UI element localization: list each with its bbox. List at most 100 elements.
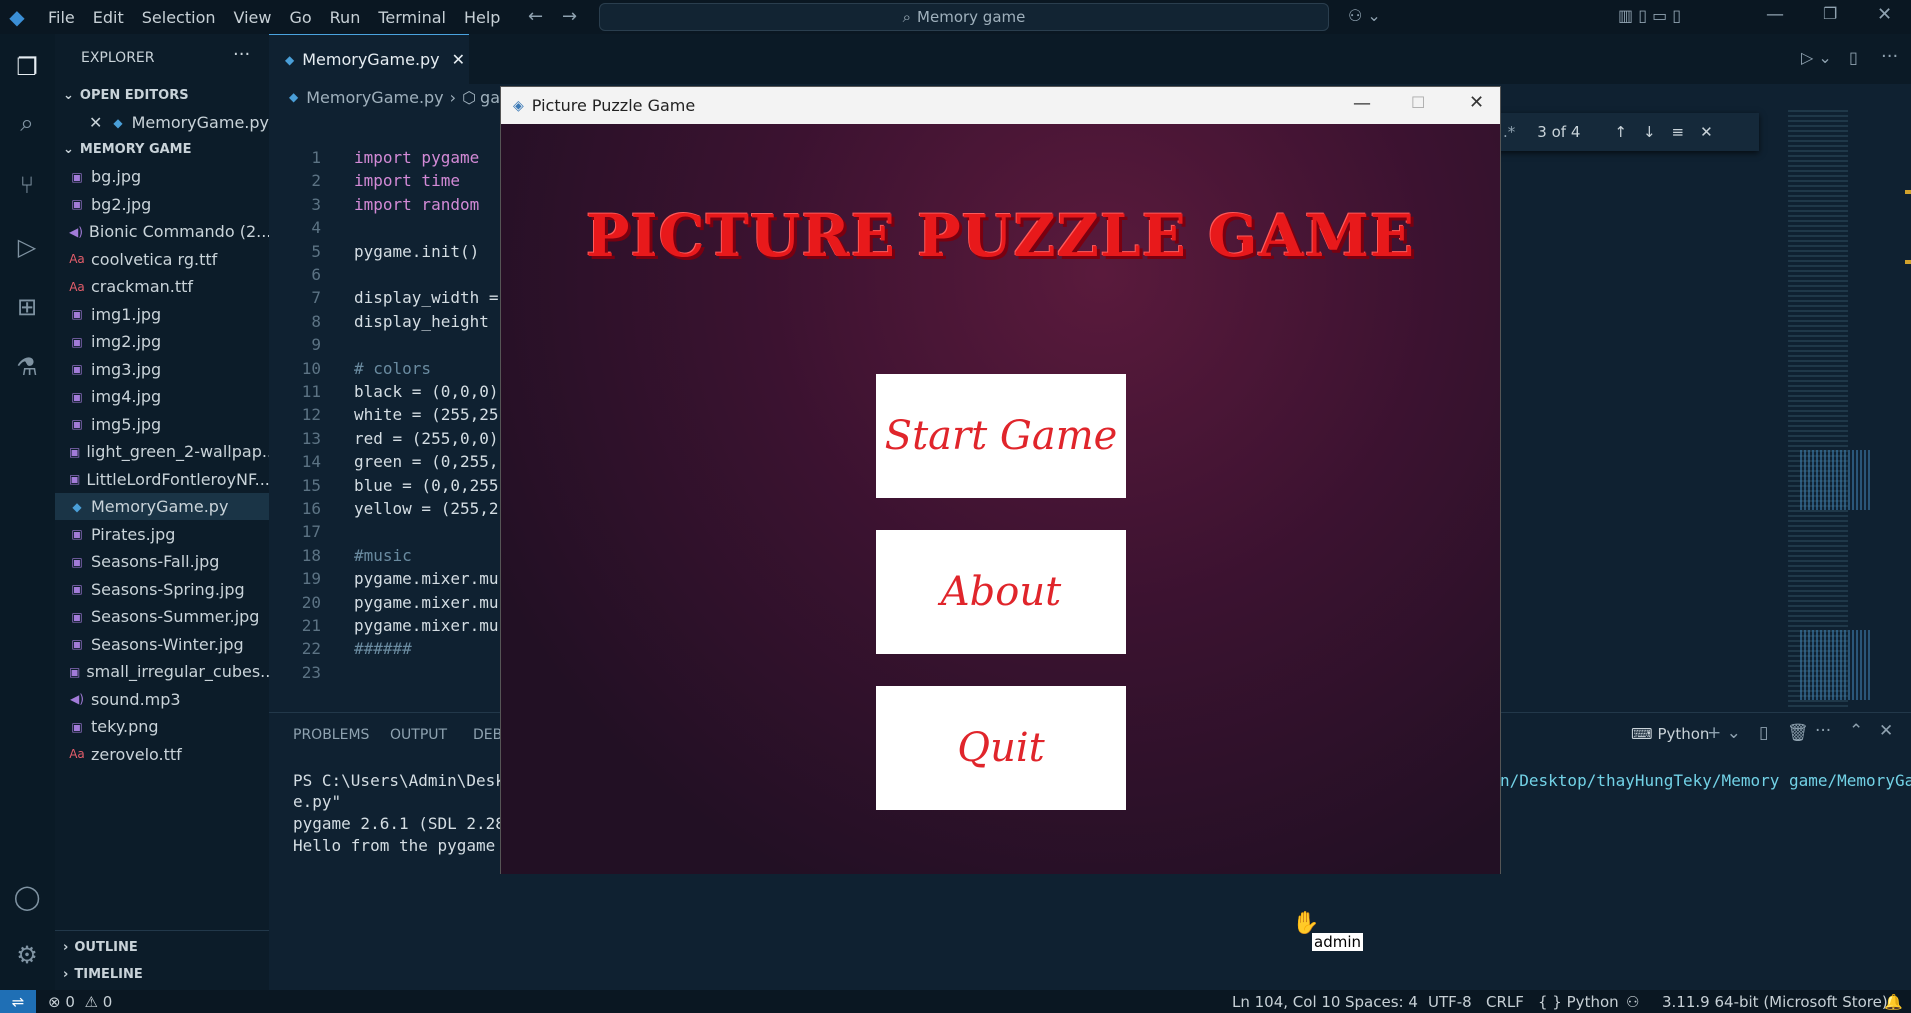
file-item[interactable]: ▣ small_irregular_cubes...	[55, 658, 269, 685]
trash-icon[interactable]: 🗑	[1787, 723, 1809, 743]
close-icon[interactable]: ✕	[89, 113, 102, 132]
breadcrumb-file[interactable]: MemoryGame.py	[306, 88, 443, 107]
file-item[interactable]: ▣ LittleLordFontleroyNF...	[55, 466, 269, 493]
close-icon[interactable]: ✕	[1469, 92, 1484, 113]
close-panel-icon[interactable]: ✕	[1879, 721, 1893, 741]
outline-section[interactable]: › OUTLINE	[55, 934, 269, 961]
breadcrumb-symbol[interactable]: ga	[480, 88, 500, 107]
file-item[interactable]: ◆ MemoryGame.py	[55, 493, 269, 520]
minimize-window-icon[interactable]: —	[1766, 4, 1784, 25]
file-item[interactable]: ◀) Bionic Commando (2...	[55, 218, 269, 245]
remote-icon[interactable]: ⇌	[0, 990, 36, 1013]
code-line: 14 green = (0,255,	[269, 452, 499, 476]
layout-icons[interactable]: ▥ ▯ ▭ ▯	[1618, 6, 1681, 25]
forward-arrow-icon[interactable]: →	[562, 6, 577, 27]
file-item[interactable]: ▣ bg.jpg	[55, 163, 269, 190]
testing-icon[interactable]: ⚗	[10, 350, 44, 384]
file-item[interactable]: ▣ Seasons-Fall.jpg	[55, 548, 269, 575]
extensions-icon[interactable]: ⊞	[10, 290, 44, 324]
line-endings[interactable]: CRLF	[1486, 990, 1524, 1013]
file-item[interactable]: Aa coolvetica rg.ttf	[55, 246, 269, 273]
editor-more-icon[interactable]: ···	[1881, 46, 1898, 67]
terminal-selector[interactable]: ⌨ Python	[1631, 725, 1709, 743]
menu-view[interactable]: View	[225, 8, 281, 27]
file-item[interactable]: ▣ img3.jpg	[55, 356, 269, 383]
new-terminal-icon[interactable]: + ⌄	[1707, 723, 1741, 743]
close-window-icon[interactable]: ✕	[1877, 4, 1892, 25]
menu-go[interactable]: Go	[280, 8, 320, 27]
menu-file[interactable]: File	[39, 8, 84, 27]
more-actions-icon[interactable]: ···	[233, 44, 250, 65]
audio-file-icon: ◀)	[69, 224, 83, 239]
run-file-icon[interactable]: ▷ ⌄	[1801, 48, 1832, 67]
find-in-selection-icon[interactable]: ≡	[1672, 123, 1685, 141]
bell-icon[interactable]: 🔔	[1884, 990, 1903, 1013]
menu-terminal[interactable]: Terminal	[369, 8, 455, 27]
back-arrow-icon[interactable]: ←	[528, 6, 543, 27]
file-label: Seasons-Winter.jpg	[91, 634, 244, 654]
search-icon[interactable]: ⌕	[10, 106, 44, 140]
editor-tabs: ◆ MemoryGame.py ✕ ▷ ⌄ ▯ ···	[269, 34, 1911, 84]
file-item[interactable]: ◀) sound.mp3	[55, 686, 269, 713]
file-item[interactable]: ▣ Seasons-Summer.jpg	[55, 603, 269, 630]
file-item[interactable]: Aa zerovelo.ttf	[55, 741, 269, 768]
tab-problems[interactable]: PROBLEMS	[293, 727, 369, 743]
settings-gear-icon[interactable]: ⚙	[10, 938, 44, 972]
maximize-panel-icon[interactable]: ⌃	[1849, 721, 1863, 741]
command-center-search[interactable]: ⌕ Memory game	[599, 3, 1329, 31]
indentation[interactable]: Spaces: 4	[1345, 990, 1418, 1013]
about-button[interactable]: About	[876, 530, 1126, 654]
source-control-icon[interactable]: ⑂	[10, 168, 44, 202]
file-item[interactable]: ▣ img4.jpg	[55, 383, 269, 410]
split-terminal-icon[interactable]: ▯	[1759, 723, 1768, 743]
file-item[interactable]: ▣ teky.png	[55, 713, 269, 740]
explorer-icon[interactable]: ❐	[10, 50, 44, 84]
copilot-status-icon[interactable]: ⚇	[1626, 990, 1639, 1013]
arrow-down-icon[interactable]: ↓	[1643, 123, 1656, 141]
image-file-icon: ▣	[71, 169, 83, 184]
minimize-icon[interactable]: —	[1353, 93, 1371, 114]
file-item[interactable]: Aa crackman.ttf	[55, 273, 269, 300]
tab-memorygame[interactable]: ◆ MemoryGame.py ✕	[269, 34, 469, 84]
menu-run[interactable]: Run	[321, 8, 370, 27]
open-editors-section[interactable]: ⌄ OPEN EDITORS	[55, 82, 269, 109]
file-item[interactable]: ▣ img5.jpg	[55, 411, 269, 438]
line-number: 7	[311, 288, 321, 308]
minimap[interactable]	[1780, 110, 1911, 710]
file-item[interactable]: ▣ light_green_2-wallpap...	[55, 438, 269, 465]
restore-window-icon[interactable]: ❐	[1823, 4, 1837, 23]
tab-output[interactable]: OUTPUT	[390, 727, 447, 743]
quit-button[interactable]: Quit	[876, 686, 1126, 810]
close-icon[interactable]: ✕	[452, 50, 465, 69]
file-item[interactable]: ▣ img1.jpg	[55, 301, 269, 328]
timeline-section[interactable]: › TIMELINE	[55, 961, 269, 988]
file-item[interactable]: ▣ img2.jpg	[55, 328, 269, 355]
file-item[interactable]: ▣ bg2.jpg	[55, 191, 269, 218]
menu-selection[interactable]: Selection	[133, 8, 225, 27]
panel-more-icon[interactable]: ···	[1815, 721, 1831, 741]
split-editor-icon[interactable]: ▯	[1849, 48, 1858, 67]
run-debug-icon[interactable]: ▷	[10, 230, 44, 264]
language-mode[interactable]: { } Python	[1538, 990, 1619, 1013]
arrow-up-icon[interactable]: ↑	[1614, 123, 1627, 141]
file-item[interactable]: ▣ Pirates.jpg	[55, 521, 269, 548]
image-file-icon: ▣	[71, 197, 83, 211]
maximize-icon[interactable]: ☐	[1411, 93, 1425, 112]
file-item[interactable]: ▣ Seasons-Spring.jpg	[55, 576, 269, 603]
copilot-icon[interactable]: ⚇ ⌄	[1348, 6, 1381, 25]
regex-icon[interactable]: .*	[1503, 123, 1515, 141]
open-editor-item[interactable]: ✕ ◆ MemoryGame.py	[55, 109, 269, 136]
account-icon[interactable]: ◯	[10, 880, 44, 914]
folder-section[interactable]: ⌄ MEMORY GAME	[55, 136, 269, 163]
encoding[interactable]: UTF-8	[1428, 990, 1472, 1013]
menu-edit[interactable]: Edit	[84, 8, 133, 27]
python-interpreter[interactable]: 3.11.9 64-bit (Microsoft Store)	[1662, 990, 1888, 1013]
close-icon[interactable]: ✕	[1700, 123, 1713, 141]
problems-status[interactable]: ⊗ 0 ⚠ 0	[48, 990, 112, 1013]
line-number: 16	[301, 499, 321, 518]
cursor-position[interactable]: Ln 104, Col 10	[1232, 990, 1340, 1013]
menu-help[interactable]: Help	[455, 8, 509, 27]
file-item[interactable]: ▣ Seasons-Winter.jpg	[55, 631, 269, 658]
start-game-button[interactable]: Start Game	[876, 374, 1126, 498]
image-file-icon: ▣	[69, 472, 81, 486]
